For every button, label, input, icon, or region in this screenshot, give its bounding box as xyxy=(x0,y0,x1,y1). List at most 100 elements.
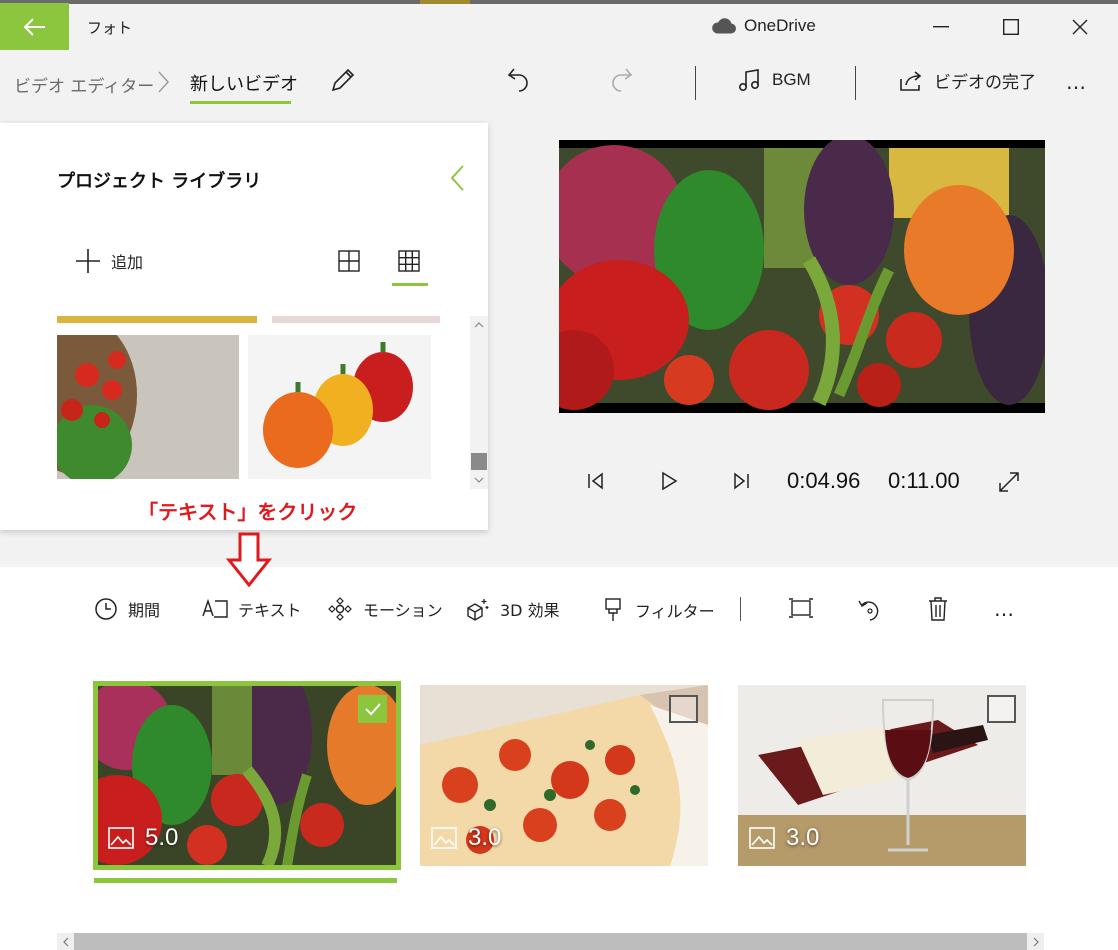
rotate-icon[interactable] xyxy=(857,595,883,623)
scroll-right-icon xyxy=(1033,937,1039,946)
card-duration-value: 5.0 xyxy=(145,824,179,851)
card-checkbox[interactable] xyxy=(358,695,387,723)
small-grid-icon[interactable] xyxy=(397,249,421,273)
pencil-icon[interactable] xyxy=(330,67,356,93)
text-button[interactable]: テキスト xyxy=(202,597,302,621)
close-button[interactable] xyxy=(1065,12,1095,42)
image-icon xyxy=(431,827,457,849)
close-icon xyxy=(1072,19,1088,35)
library-thumbnail[interactable] xyxy=(248,335,431,479)
scroll-down-icon xyxy=(474,477,484,483)
card-checkbox[interactable] xyxy=(669,695,698,723)
step-forward-icon[interactable] xyxy=(731,466,751,496)
selected-card-indicator xyxy=(94,878,397,883)
card-duration-value: 3.0 xyxy=(786,824,820,851)
filter-label: フィルター xyxy=(635,602,715,621)
thumbnail-image xyxy=(57,335,239,479)
motion-icon xyxy=(328,597,352,621)
scroll-left-button[interactable] xyxy=(57,933,74,950)
clock-icon xyxy=(95,598,117,620)
bgm-label: BGM xyxy=(772,70,811,89)
card-duration-value: 3.0 xyxy=(468,824,502,851)
storyboard-card[interactable]: 3.0 xyxy=(738,685,1026,866)
storyboard-divider xyxy=(740,597,741,621)
3d-effects-icon xyxy=(467,599,489,621)
image-icon xyxy=(108,827,134,849)
grid-selected-indicator xyxy=(392,283,428,286)
storyboard-card[interactable]: 3.0 xyxy=(420,685,708,866)
storyboard-panel: 期間 テキスト モーション 3D 効果 フィルター … 5.0 3.0 3.0 xyxy=(0,567,1118,950)
3d-effects-label: 3D 効果 xyxy=(500,601,560,620)
maximize-icon xyxy=(1003,19,1019,35)
filter-icon xyxy=(605,598,621,621)
bgm-button[interactable]: BGM xyxy=(738,68,811,92)
motion-button[interactable]: モーション xyxy=(327,597,443,621)
minimize-button[interactable] xyxy=(926,12,956,42)
annotation-text: 「テキスト」をクリック xyxy=(138,500,358,524)
large-grid-icon[interactable] xyxy=(337,249,361,273)
finish-video-button[interactable]: ビデオの完了 xyxy=(898,68,1036,93)
toolbar-divider xyxy=(855,66,856,100)
card-duration: 5.0 xyxy=(107,824,178,852)
onedrive-label: OneDrive xyxy=(744,16,816,35)
add-label: 追加 xyxy=(111,253,144,272)
undo-icon[interactable] xyxy=(506,66,532,94)
music-note-icon xyxy=(738,69,760,92)
video-preview[interactable] xyxy=(559,140,1045,413)
down-arrow-icon xyxy=(226,532,272,588)
storyboard-card[interactable]: 5.0 xyxy=(93,681,401,870)
duration-label: 期間 xyxy=(128,601,161,620)
plus-icon xyxy=(76,249,100,273)
scroll-left-icon xyxy=(62,937,68,946)
chevron-right-icon xyxy=(158,71,169,93)
finish-label: ビデオの完了 xyxy=(934,73,1036,93)
library-thumbnail[interactable] xyxy=(272,316,440,323)
library-scrollbar[interactable] xyxy=(470,316,488,489)
duration-button[interactable]: 期間 xyxy=(94,597,160,621)
scroll-right-button[interactable] xyxy=(1027,933,1044,950)
storyboard-more-button[interactable]: … xyxy=(994,597,1017,621)
add-media-button[interactable]: 追加 xyxy=(75,248,143,274)
preview-image xyxy=(559,140,1045,413)
card-duration: 3.0 xyxy=(748,824,819,852)
checkmark-icon xyxy=(364,703,381,716)
storyboard-scrollbar[interactable] xyxy=(57,933,1044,950)
cloud-icon xyxy=(712,18,736,34)
back-arrow-icon xyxy=(23,17,45,36)
share-icon xyxy=(900,70,922,91)
image-icon xyxy=(749,827,775,849)
text-icon xyxy=(202,598,228,618)
onedrive-status[interactable]: OneDrive xyxy=(710,16,816,36)
redo-icon[interactable] xyxy=(608,66,634,94)
library-thumbnail[interactable] xyxy=(57,316,257,323)
scroll-thumb[interactable] xyxy=(471,453,487,470)
title-bar: フォト OneDrive xyxy=(0,0,1118,52)
breadcrumb-underline xyxy=(190,101,291,104)
app-title: フォト xyxy=(87,19,133,37)
current-time: 0:04.96 xyxy=(787,468,861,493)
more-options-button[interactable]: … xyxy=(1066,70,1089,94)
maximize-button[interactable] xyxy=(996,12,1026,42)
library-title: プロジェクト ライブラリ xyxy=(57,171,262,192)
chevron-left-icon[interactable] xyxy=(447,163,467,193)
project-library-panel: プロジェクト ライブラリ 追加 xyxy=(0,123,488,530)
back-button[interactable] xyxy=(0,3,69,50)
play-icon[interactable] xyxy=(660,466,680,496)
text-label: テキスト xyxy=(238,601,302,620)
minimize-icon xyxy=(933,26,949,28)
filter-button[interactable]: フィルター xyxy=(603,597,715,623)
total-time: 0:11.00 xyxy=(888,468,960,493)
library-thumbnail[interactable] xyxy=(57,335,239,479)
thumbnail-image xyxy=(248,335,431,479)
3d-effects-button[interactable]: 3D 効果 xyxy=(464,597,560,621)
delete-icon[interactable] xyxy=(926,595,950,623)
resize-icon[interactable] xyxy=(788,595,814,621)
card-checkbox[interactable] xyxy=(987,695,1016,723)
scroll-up-icon xyxy=(474,322,484,328)
breadcrumb-parent[interactable]: ビデオ エディター xyxy=(14,72,154,97)
fullscreen-icon[interactable] xyxy=(997,466,1021,496)
step-back-icon[interactable] xyxy=(586,466,606,496)
toolbar-divider xyxy=(695,66,696,100)
motion-label: モーション xyxy=(363,601,443,620)
breadcrumb-current[interactable]: 新しいビデオ xyxy=(190,70,298,96)
